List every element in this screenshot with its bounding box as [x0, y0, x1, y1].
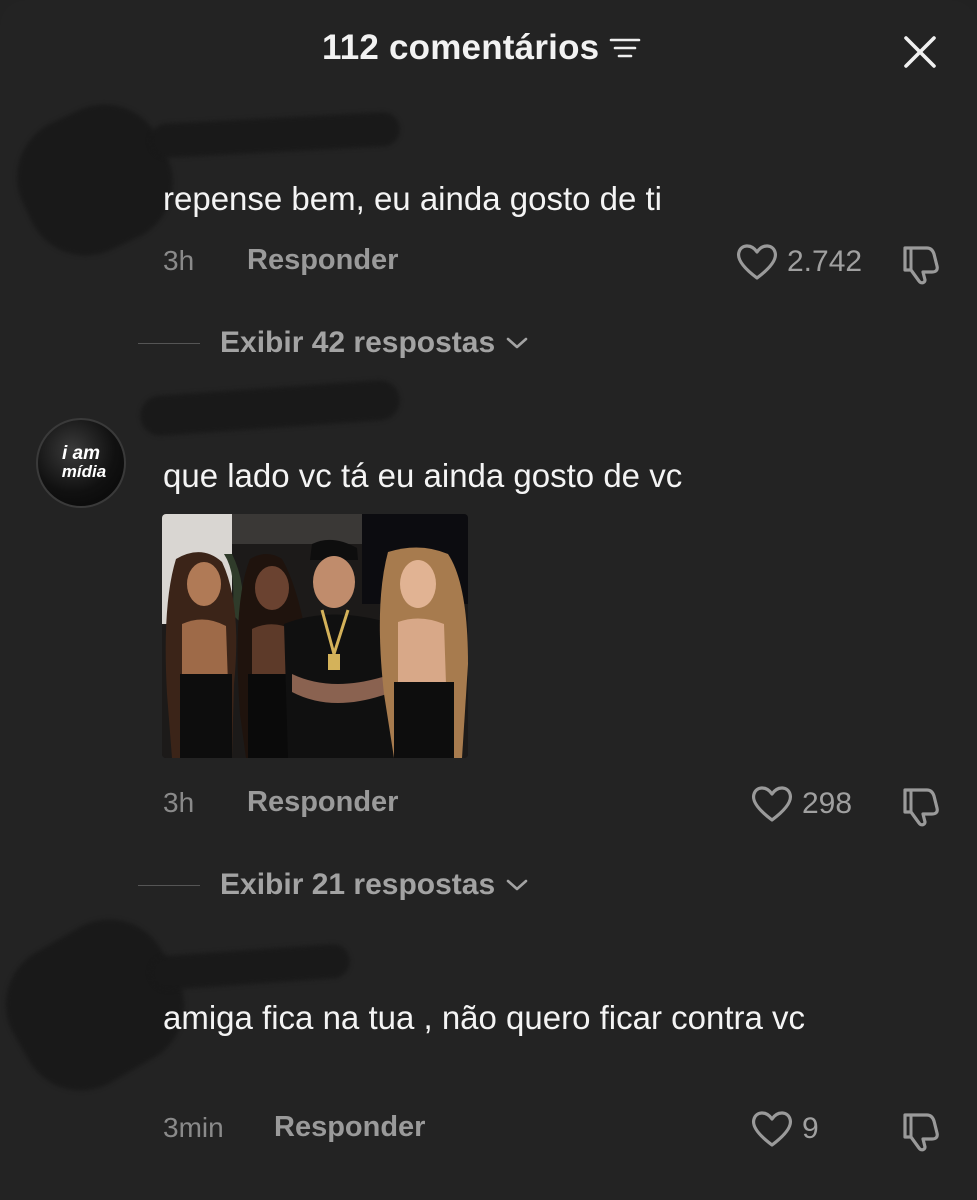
- view-replies-label: Exibir 21 respostas: [220, 868, 496, 901]
- replies-divider-line: [138, 884, 200, 886]
- heart-icon: [751, 786, 793, 822]
- reply-button[interactable]: Responder: [247, 786, 398, 819]
- avatar-text-line1: i am: [61, 443, 101, 464]
- dislike-icon[interactable]: [897, 784, 941, 828]
- like-button[interactable]: 9: [750, 1109, 819, 1149]
- chevron-down-icon: [506, 337, 528, 349]
- filter-icon[interactable]: [609, 36, 641, 60]
- reply-button[interactable]: Responder: [274, 1111, 425, 1144]
- reply-button[interactable]: Responder: [247, 244, 398, 277]
- replies-divider-line: [138, 342, 200, 344]
- close-icon[interactable]: [900, 32, 940, 72]
- chevron-down-icon: [506, 879, 528, 891]
- like-count: 2.742: [787, 245, 863, 278]
- like-count: 9: [802, 1112, 819, 1145]
- comment-text: amiga fica na tua , não quero ficar cont…: [163, 999, 806, 1036]
- like-count: 298: [802, 787, 853, 820]
- redacted-username: [149, 111, 401, 159]
- comment-time: 3h: [163, 245, 195, 276]
- comments-count-title: 112 comentários: [322, 28, 600, 67]
- header-title-group: 112 comentários: [322, 28, 641, 68]
- like-button[interactable]: 298: [750, 784, 852, 824]
- heart-icon: [751, 1111, 793, 1147]
- view-replies-button[interactable]: Exibir 42 respostas: [138, 326, 529, 360]
- comments-header: 112 comentários: [0, 22, 977, 82]
- comments-sheet: 112 comentários repense bem, eu ainda go…: [0, 0, 977, 1200]
- redacted-username: [149, 943, 351, 991]
- avatar[interactable]: i am mídia: [36, 418, 126, 508]
- comment-time: 3min: [163, 1112, 224, 1143]
- comment-time: 3h: [163, 787, 195, 818]
- view-replies-button[interactable]: Exibir 21 respostas: [138, 868, 529, 902]
- heart-icon: [736, 244, 778, 280]
- dislike-icon[interactable]: [897, 242, 941, 286]
- avatar-text-line2: mídia: [61, 462, 107, 481]
- comment-text: repense bem, eu ainda gosto de ti: [163, 180, 663, 217]
- dislike-icon[interactable]: [897, 1109, 941, 1153]
- view-replies-label: Exibir 42 respostas: [220, 326, 496, 359]
- redacted-username: [138, 378, 402, 438]
- comment-photo-attachment[interactable]: [162, 514, 468, 758]
- like-button[interactable]: 2.742: [735, 242, 862, 282]
- comment-text: que lado vc tá eu ainda gosto de vc: [163, 457, 683, 494]
- photo-people-image: [162, 514, 468, 758]
